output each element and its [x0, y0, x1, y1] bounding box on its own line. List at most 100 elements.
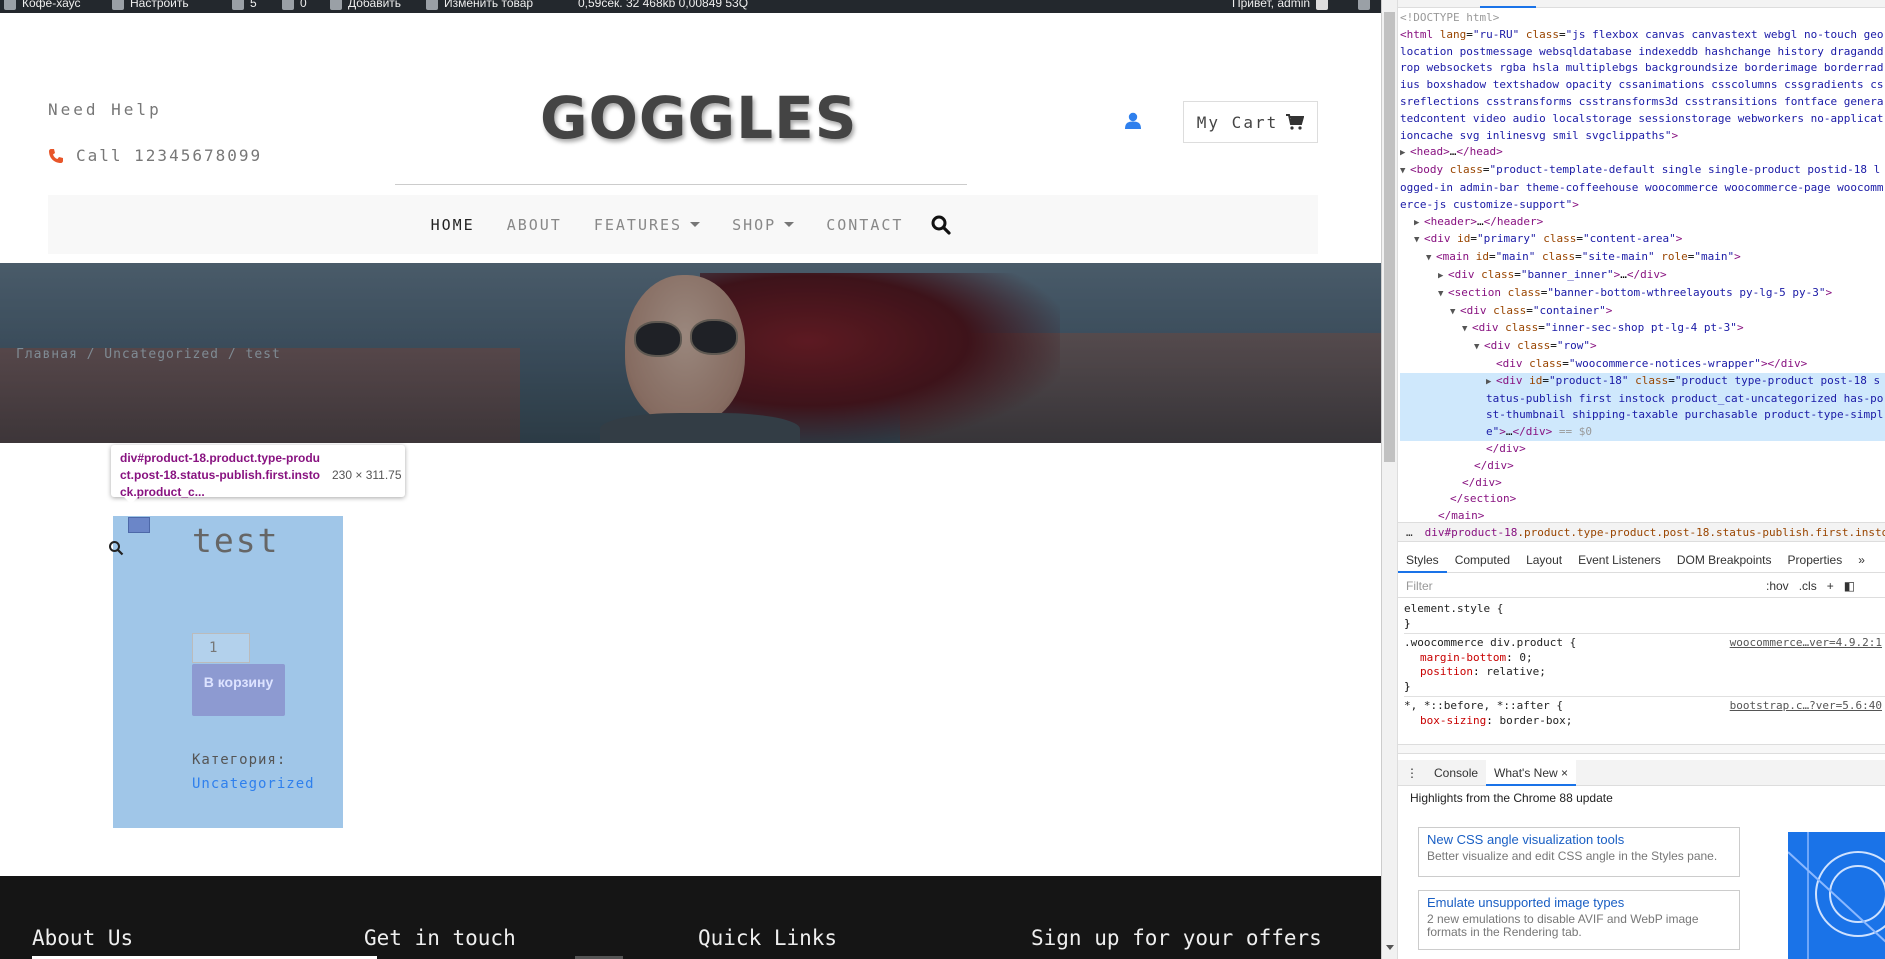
admin-bar-search-icon[interactable] — [1358, 0, 1376, 10]
tab-layout[interactable]: Layout — [1518, 547, 1570, 573]
admin-bar-updates[interactable]: 5 — [232, 0, 257, 10]
cart-icon — [1286, 114, 1305, 130]
pencil-icon — [426, 0, 438, 10]
dom-line[interactable]: </main> — [1400, 508, 1885, 520]
tooltip-dimensions: 230 × 311.75 — [332, 468, 402, 482]
add-to-cart-button[interactable]: В корзину — [192, 664, 285, 716]
whats-new-heading: Highlights from the Chrome 88 update — [1410, 791, 1613, 805]
dom-line[interactable]: ▼ <main id="main" class="site-main" role=… — [1400, 249, 1885, 267]
tab-console[interactable]: Console — [1426, 760, 1486, 786]
admin-bar-greeting[interactable]: Привет, admin — [1232, 0, 1334, 10]
tab-whats-new[interactable]: What's New × — [1486, 759, 1577, 786]
admin-bar-new[interactable]: Добавить — [330, 0, 401, 10]
style-rule[interactable]: *, *::before, *::after { bootstrap.c…?ve… — [1404, 697, 1885, 730]
dom-line[interactable]: ▶ <header>…</header> — [1400, 214, 1885, 232]
chevron-down-icon — [784, 222, 795, 227]
nav-about[interactable]: ABOUT — [507, 216, 562, 234]
site-logo[interactable]: GOGGLES — [540, 84, 856, 152]
tab-dom-breakpoints[interactable]: DOM Breakpoints — [1669, 547, 1780, 573]
phone-icon — [49, 148, 63, 163]
admin-bar-site[interactable]: Кофе-хаус — [4, 0, 80, 10]
dom-line-selected[interactable]: ▶ <div id="product-18" class="product typ… — [1400, 372, 1885, 441]
whats-new-card[interactable]: Emulate unsupported image types 2 new em… — [1418, 890, 1740, 950]
phone-contact: Call 12345678099 — [48, 146, 262, 165]
nav-home[interactable]: HOME — [431, 216, 475, 234]
dom-line[interactable]: <html lang="ru-RU" class="js flexbox can… — [1400, 27, 1885, 145]
nav-shop[interactable]: SHOP — [732, 216, 795, 234]
tab-properties[interactable]: Properties — [1780, 547, 1851, 573]
more-tabs-icon[interactable]: » — [1850, 547, 1873, 573]
comment-icon — [282, 0, 294, 10]
styles-panel-tabs: Styles Computed Layout Event Listeners D… — [1398, 547, 1885, 573]
zoom-icon[interactable] — [108, 540, 124, 560]
dom-line[interactable]: </div> — [1400, 458, 1885, 475]
breadcrumb[interactable]: Главная / Uncategorized / test — [16, 347, 281, 362]
logo-divider — [395, 184, 967, 185]
admin-bar-comments[interactable]: 0 — [282, 0, 307, 10]
scroll-down-icon[interactable] — [1386, 945, 1394, 950]
sidebar-toggle-icon[interactable]: ◧ — [1844, 579, 1855, 593]
dom-line[interactable]: ▶ <head>…</head> — [1400, 144, 1885, 162]
styles-rules: element.style { } .woocommerce div.produ… — [1398, 600, 1885, 746]
dom-line[interactable]: ▼ <div id="primary" class="content-area"> — [1400, 231, 1885, 249]
dom-line[interactable]: ▼ <div class="row"> — [1400, 338, 1885, 356]
more-icon[interactable]: … — [1406, 526, 1413, 539]
dom-line[interactable]: ▶ <div class="banner_inner">…</div> — [1400, 267, 1885, 285]
dom-line[interactable]: ▼ <section class="banner-bottom-wthreelay… — [1400, 285, 1885, 303]
product-thumbnail[interactable] — [128, 517, 150, 533]
tab-computed[interactable]: Computed — [1447, 547, 1518, 573]
styles-horizontal-scrollbar[interactable] — [1398, 744, 1885, 754]
drawer-menu-icon[interactable]: ⋮ — [1398, 760, 1426, 786]
nav-features[interactable]: FEATURES — [594, 216, 701, 234]
tab-event-listeners[interactable]: Event Listeners — [1570, 547, 1669, 573]
dom-line[interactable]: ▼ <div class="inner-sec-shop pt-lg-4 pt-3… — [1400, 320, 1885, 338]
main-navigation: HOME ABOUT FEATURES SHOP CONTACT — [48, 195, 1318, 254]
need-help-label: Need Help — [48, 100, 162, 119]
tab-styles[interactable]: Styles — [1398, 547, 1447, 573]
page-scrollbar[interactable] — [1382, 0, 1398, 959]
footer-heading-about: About Us — [32, 926, 134, 950]
dom-line[interactable]: </section> — [1400, 491, 1885, 508]
nav-contact[interactable]: CONTACT — [826, 216, 903, 234]
elements-tree[interactable]: <!DOCTYPE html> <html lang="ru-RU" class… — [1398, 10, 1885, 520]
dom-line[interactable]: ▼ <div class="container"> — [1400, 303, 1885, 321]
user-account-icon[interactable] — [1124, 112, 1142, 133]
search-icon — [1358, 0, 1370, 10]
quantity-input[interactable]: 1 — [192, 633, 250, 663]
styles-filter-row: Filter :hov .cls + ◧ — [1398, 574, 1885, 598]
chevron-down-icon — [690, 222, 701, 227]
dom-line[interactable]: </div> — [1400, 475, 1885, 492]
style-rule[interactable]: .woocommerce div.product { woocommerce…v… — [1404, 634, 1885, 697]
brush-icon — [112, 0, 124, 10]
devtools-panel: <!DOCTYPE html> <html lang="ru-RU" class… — [1381, 0, 1885, 959]
footer-heading-offers: Sign up for your offers — [1031, 926, 1322, 950]
admin-bar-customize[interactable]: Настроить — [112, 0, 189, 10]
whats-new-card[interactable]: New CSS angle visualization tools Better… — [1418, 827, 1740, 877]
dom-line[interactable]: <div class="woocommerce-notices-wrapper"… — [1400, 356, 1885, 373]
dom-line[interactable]: <!DOCTYPE html> — [1400, 10, 1885, 27]
dom-breadcrumb[interactable]: … div#product-18.product.type-product.pos… — [1398, 522, 1885, 542]
footer-heading-contact: Get in touch — [364, 926, 516, 950]
my-cart-button[interactable]: My Cart — [1183, 101, 1318, 143]
dom-line[interactable]: ▼ <body class="product-template-default s… — [1400, 162, 1885, 213]
style-rule[interactable]: element.style { } — [1404, 600, 1885, 634]
scrollbar-thumb[interactable] — [1384, 12, 1395, 462]
updates-icon — [232, 0, 244, 10]
category-link[interactable]: Uncategorized — [192, 776, 315, 792]
phone-number: Call 12345678099 — [76, 146, 263, 165]
devtools-main-tabs[interactable] — [1398, 0, 1885, 8]
dom-line[interactable]: </div> — [1400, 441, 1885, 458]
new-rule-icon[interactable]: + — [1827, 579, 1834, 593]
product-title: test — [192, 521, 280, 560]
class-toggle[interactable]: .cls — [1799, 579, 1817, 593]
devtools-inspect-tooltip: div#product-18.product.type-product.post… — [111, 445, 405, 504]
admin-bar-edit-product[interactable]: Изменить товар — [426, 0, 533, 10]
tooltip-selector: div#product-18.product.type-product.post… — [120, 451, 321, 499]
hover-state-toggle[interactable]: :hov — [1766, 579, 1789, 593]
styles-filter-input[interactable]: Filter — [1406, 579, 1756, 593]
footer-heading-links: Quick Links — [698, 926, 838, 950]
website-viewport: Кофе-хаус Настроить 5 0 Добавить Изменит… — [0, 0, 1381, 959]
nav-search-icon[interactable] — [931, 215, 952, 235]
rule-source-link[interactable]: woocommerce…ver=4.9.2:1 — [1730, 636, 1882, 651]
rule-source-link[interactable]: bootstrap.c…?ver=5.6:40 — [1730, 699, 1882, 714]
